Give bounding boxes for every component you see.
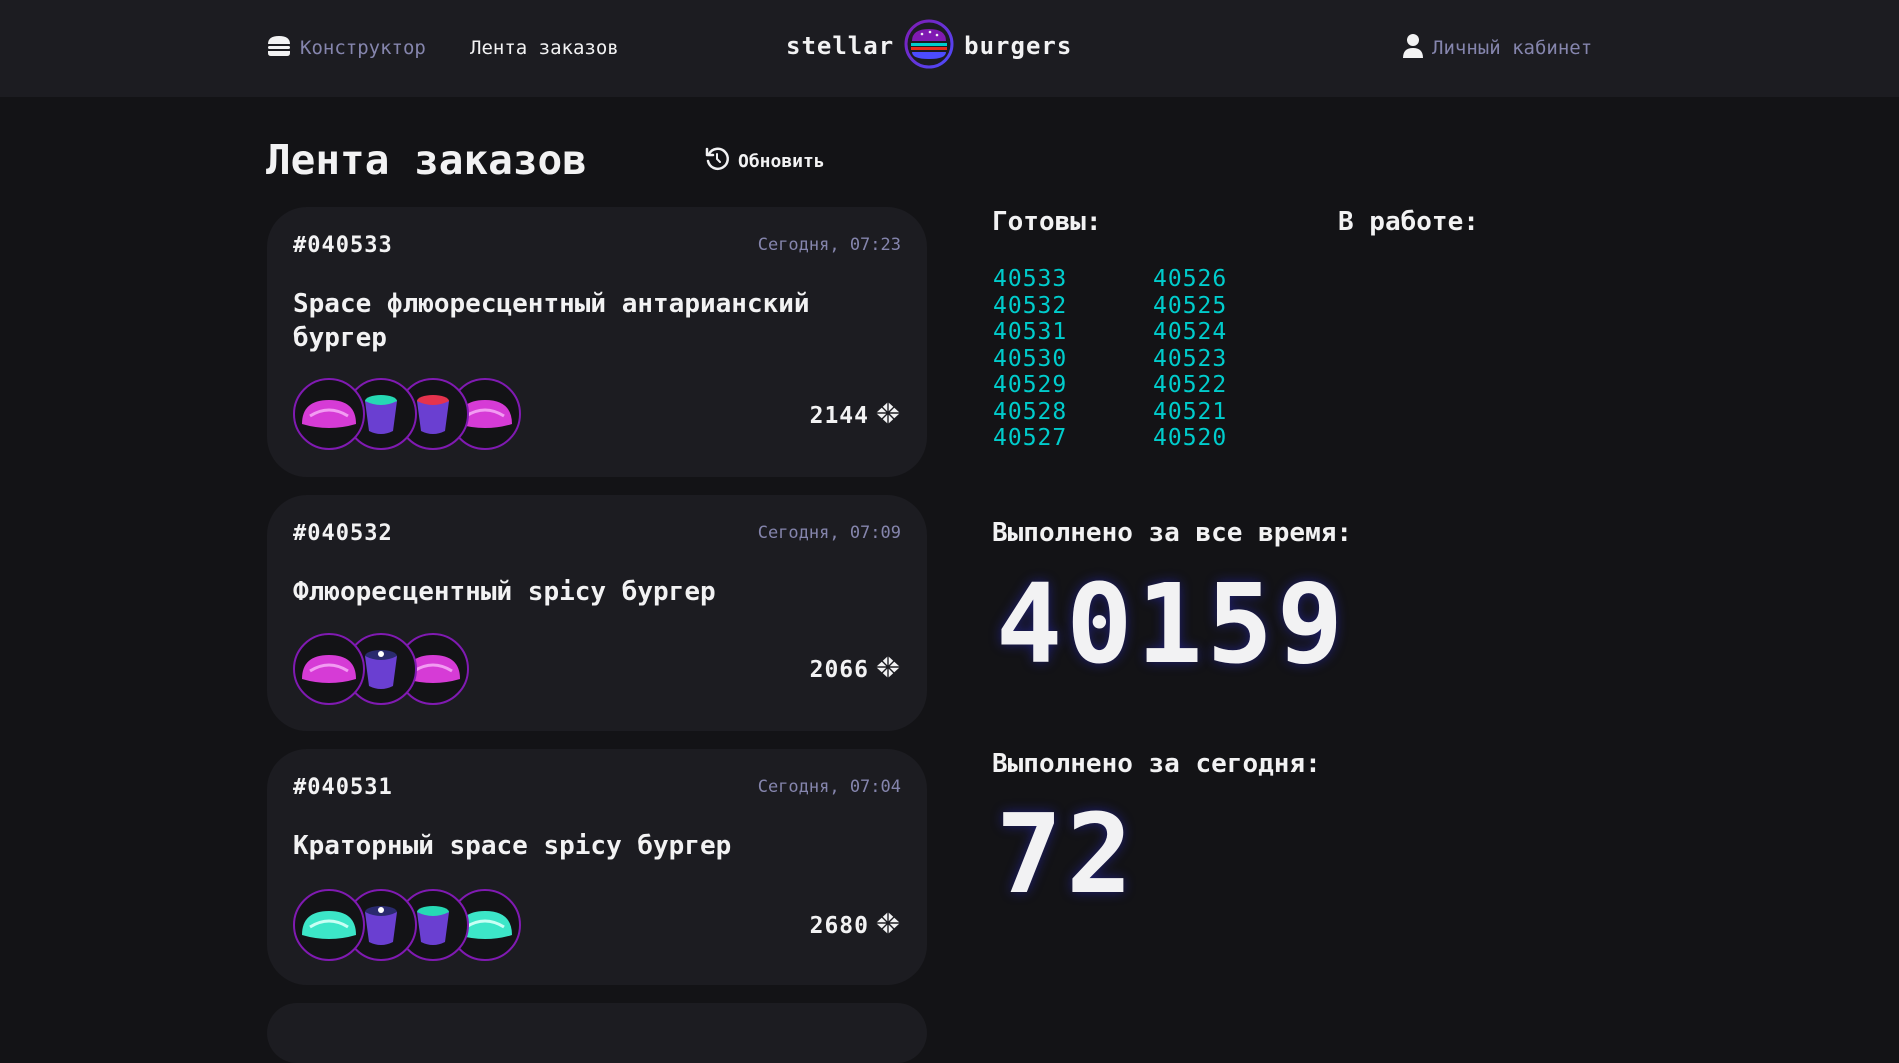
order-name: Краторный space spicy бургер [293, 831, 732, 861]
ready-order-number: 40530 [993, 345, 1068, 372]
order-price: 2066 [810, 655, 901, 685]
ingredients-row [293, 889, 523, 961]
order-card[interactable] [267, 1003, 927, 1063]
order-price: 2144 [810, 401, 901, 431]
order-number: #040531 [293, 775, 393, 800]
refresh-label: Обновить [738, 150, 825, 172]
today-completed-value: 72 [996, 790, 1137, 918]
order-date: Сегодня, 07:09 [757, 523, 901, 543]
user-icon [1402, 33, 1424, 64]
ready-order-number: 40523 [1153, 345, 1228, 372]
refresh-button[interactable]: Обновить [704, 146, 825, 176]
ready-order-number: 40525 [1153, 292, 1228, 319]
order-number: #040533 [293, 233, 393, 258]
order-name: Флюоресцентный spicy бургер [293, 577, 716, 607]
ready-order-number: 40520 [1153, 425, 1228, 451]
order-price: 2680 [810, 911, 901, 941]
ready-heading: Готовы: [992, 207, 1102, 237]
currency-icon [875, 401, 901, 431]
ingredients-row [293, 378, 523, 450]
total-completed-heading: Выполнено за все время: [992, 518, 1353, 548]
ingredient-bun-pink-icon [293, 378, 365, 450]
price-value: 2144 [809, 403, 869, 429]
logo-text-right: burgers [964, 32, 1073, 60]
ready-order-number: 40532 [993, 292, 1068, 319]
page-title: Лента заказов [266, 136, 587, 184]
order-card[interactable]: #040533 Сегодня, 07:23 Space флюоресцент… [267, 207, 927, 477]
order-card[interactable]: #040532 Сегодня, 07:09 Флюоресцентный sp… [267, 495, 927, 731]
burger-icon [266, 34, 292, 63]
order-name: Space флюоресцентный антарианский бургер [293, 289, 810, 353]
today-completed-heading: Выполнено за сегодня: [992, 749, 1321, 779]
ready-order-number: 40527 [993, 425, 1068, 451]
ready-order-number: 40524 [1153, 319, 1228, 345]
order-number: #040532 [293, 521, 393, 546]
logo[interactable]: stellar burgers [786, 18, 1072, 74]
ingredient-bun-pink-icon [293, 633, 365, 705]
nav-profile-label: Личный кабинет [1432, 37, 1593, 59]
app-header: Конструктор Лента заказов stellar burger… [0, 0, 1899, 97]
ready-list-col1: 40533 40532 40531 40530 40529 40528 4052… [993, 266, 1113, 452]
ready-order-number: 40522 [1153, 372, 1228, 398]
price-value: 2680 [809, 913, 869, 939]
currency-icon [875, 655, 901, 685]
ready-order-number: 40528 [993, 398, 1068, 425]
currency-icon [875, 911, 901, 941]
refresh-icon [704, 146, 730, 177]
ingredient-bun-teal-icon [293, 889, 365, 961]
price-value: 2066 [809, 657, 869, 683]
logo-text-left: stellar [786, 32, 895, 60]
order-date: Сегодня, 07:23 [757, 235, 901, 255]
ready-order-number: 40529 [993, 372, 1068, 398]
ready-list-col2: 40526 40525 40524 40523 40522 40521 4052… [1153, 266, 1273, 452]
nav-profile-link[interactable]: Личный кабинет [1402, 30, 1592, 66]
logo-burger-icon [904, 19, 954, 73]
ready-order-number: 40533 [993, 266, 1068, 292]
nav-feed-link[interactable]: Лента заказов [470, 30, 619, 66]
nav-constructor-link[interactable]: Конструктор [266, 30, 426, 66]
order-card[interactable]: #040531 Сегодня, 07:04 Краторный space s… [267, 749, 927, 985]
total-completed-value: 40159 [996, 560, 1348, 688]
order-date: Сегодня, 07:04 [757, 777, 901, 797]
in-progress-heading: В работе: [1338, 207, 1479, 237]
ingredients-row [293, 633, 473, 705]
nav-constructor-label: Конструктор [300, 37, 426, 59]
ready-order-number: 40526 [1153, 266, 1228, 292]
nav-feed-label: Лента заказов [470, 37, 619, 59]
ready-order-number: 40521 [1153, 398, 1228, 425]
ready-order-number: 40531 [993, 319, 1068, 345]
